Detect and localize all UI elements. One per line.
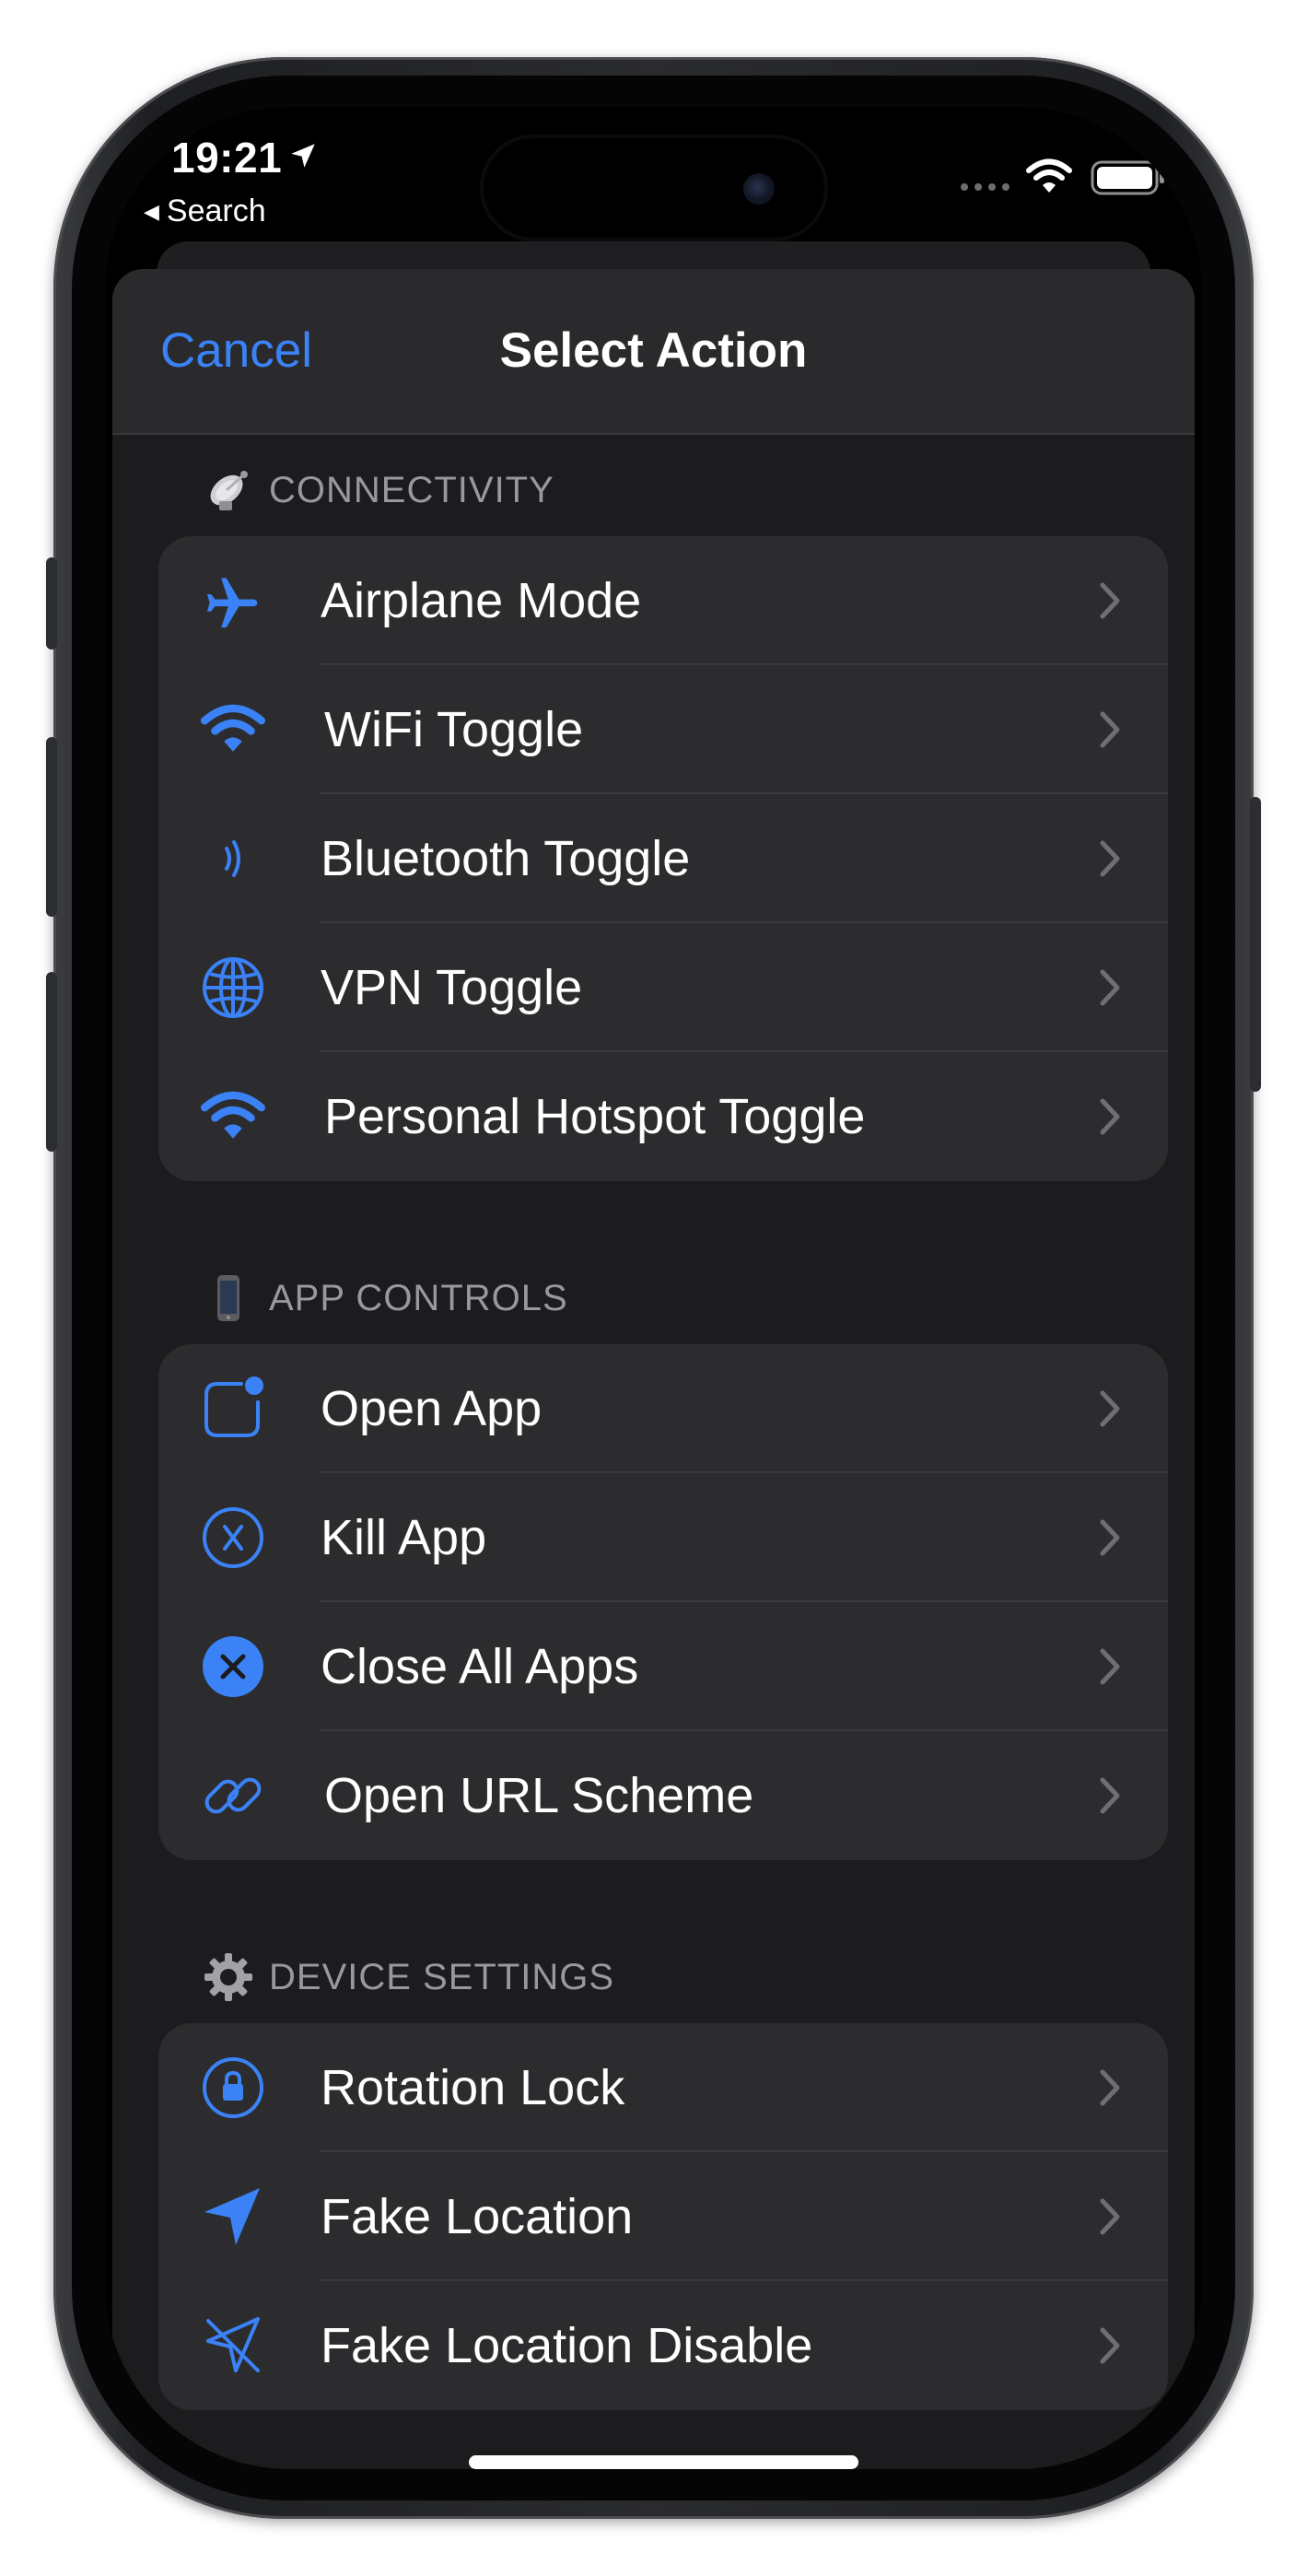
battery-icon — [1091, 160, 1164, 195]
chevron-right-icon — [1100, 2327, 1120, 2364]
chevron-right-icon — [1100, 1390, 1120, 1427]
section-header-device-settings: DEVICE SETTINGS — [203, 1950, 614, 2005]
status-time: 19:21 — [171, 134, 283, 181]
mobile-phone-icon — [203, 1272, 254, 1324]
home-indicator[interactable] — [469, 2455, 858, 2469]
item-label: Fake Location Disable — [321, 2318, 813, 2373]
list-item-airplane-mode[interactable]: Airplane Mode — [158, 536, 1168, 665]
item-label: Personal Hotspot Toggle — [324, 1089, 866, 1144]
chevron-right-icon — [1100, 840, 1120, 877]
volume-down-button — [46, 972, 57, 1152]
app-controls-group: Open App Kill App Close All Apps Open UR… — [158, 1344, 1168, 1860]
section-title: CONNECTIVITY — [269, 469, 554, 510]
chevron-right-icon — [1100, 711, 1120, 748]
back-label: Search — [166, 193, 266, 228]
link-icon — [201, 1763, 265, 1828]
list-item-rotation-lock[interactable]: Rotation Lock — [158, 2023, 1168, 2152]
section-title: DEVICE SETTINGS — [269, 1956, 615, 1997]
list-item-bluetooth-toggle[interactable]: Bluetooth Toggle — [158, 794, 1168, 923]
item-label: Rotation Lock — [321, 2060, 625, 2115]
volume-up-button — [46, 737, 57, 917]
item-label: Close All Apps — [321, 1639, 639, 1694]
chevron-right-icon — [1100, 1648, 1120, 1685]
navigation-bar: Cancel Select Action — [112, 269, 1195, 435]
globe-icon — [201, 955, 265, 1020]
location-slash-icon — [201, 2313, 265, 2378]
list-item-wifi-toggle[interactable]: WiFi Toggle — [158, 665, 1168, 794]
section-title: APP CONTROLS — [269, 1277, 568, 1318]
chevron-right-icon — [1100, 1098, 1120, 1135]
connectivity-group: Airplane Mode WiFi Toggle Bluetooth Togg… — [158, 536, 1168, 1181]
lock-rotation-icon — [201, 2055, 265, 2120]
side-button — [1250, 797, 1261, 1092]
airplane-icon — [201, 568, 265, 633]
list-item-vpn-toggle[interactable]: VPN Toggle — [158, 923, 1168, 1052]
chevron-right-icon — [1100, 582, 1120, 619]
list-item-close-all-apps[interactable]: Close All Apps — [158, 1602, 1168, 1731]
section-header-connectivity: CONNECTIVITY — [203, 463, 554, 518]
item-label: Open URL Scheme — [324, 1768, 754, 1823]
page-title: Select Action — [499, 323, 808, 378]
list-item-fake-location-disable[interactable]: Fake Location Disable — [158, 2281, 1168, 2410]
bluetooth-waves-icon — [201, 826, 265, 891]
x-circle-fill-icon — [201, 1634, 265, 1699]
x-circle-icon — [201, 1505, 265, 1570]
chevron-right-icon — [1100, 969, 1120, 1006]
back-triangle-icon: ◀ — [144, 200, 159, 223]
list-item-kill-app[interactable]: Kill App — [158, 1473, 1168, 1602]
location-arrow-icon — [201, 2184, 265, 2249]
front-camera — [743, 173, 775, 205]
list-item-personal-hotspot-toggle[interactable]: Personal Hotspot Toggle — [158, 1052, 1168, 1181]
satellite-dish-icon — [203, 464, 254, 516]
item-label: VPN Toggle — [321, 960, 583, 1015]
item-label: Fake Location — [321, 2189, 634, 2244]
back-to-search-link[interactable]: ◀ Search — [144, 193, 266, 229]
wifi-icon — [201, 697, 265, 762]
chevron-right-icon — [1100, 2198, 1120, 2235]
item-label: Open App — [321, 1381, 543, 1436]
item-label: Airplane Mode — [321, 573, 642, 628]
chevron-right-icon — [1100, 1519, 1120, 1556]
action-sheet: Cancel Select Action CONNECTIVITY Airpla… — [112, 269, 1195, 2469]
list-item-open-app[interactable]: Open App — [158, 1344, 1168, 1473]
chevron-right-icon — [1100, 2069, 1120, 2106]
wifi-status-icon — [1026, 158, 1072, 193]
list-item-open-url-scheme[interactable]: Open URL Scheme — [158, 1731, 1168, 1860]
cellular-dots-icon — [961, 183, 1009, 191]
item-label: Bluetooth Toggle — [321, 831, 691, 886]
item-label: WiFi Toggle — [324, 702, 584, 757]
chevron-right-icon — [1100, 1777, 1120, 1814]
action-button — [46, 557, 57, 650]
location-services-icon — [291, 144, 315, 168]
item-label: Kill App — [321, 1510, 487, 1565]
list-item-fake-location[interactable]: Fake Location — [158, 2152, 1168, 2281]
screen: 19:21 ◀ Search Cancel Select Action CONN… — [105, 107, 1202, 2469]
gear-icon — [203, 1951, 254, 2003]
device-settings-group: Rotation Lock Fake Location Fake Locatio… — [158, 2023, 1168, 2410]
app-badge-icon — [201, 1376, 265, 1441]
hotspot-icon — [201, 1084, 265, 1149]
section-header-app-controls: APP CONTROLS — [203, 1270, 568, 1326]
